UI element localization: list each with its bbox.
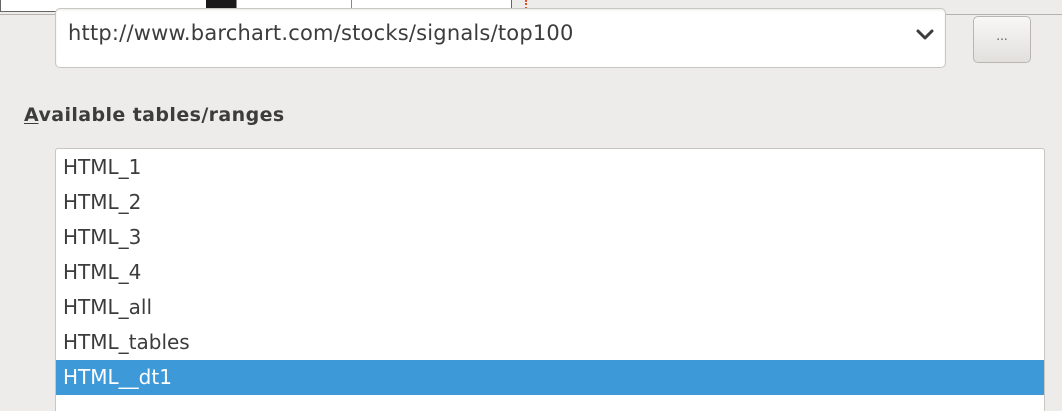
label-mnemonic: A	[24, 104, 39, 126]
list-item[interactable]: HTML_1	[56, 150, 1044, 185]
browse-button[interactable]: ...	[973, 16, 1031, 63]
available-tables-label: Available tables/ranges	[24, 104, 285, 126]
url-combobox[interactable]: http://www.barchart.com/stocks/signals/t…	[55, 8, 946, 68]
tables-listbox[interactable]: HTML_1 HTML_2 HTML_3 HTML_4 HTML_all HTM…	[55, 148, 1045, 411]
browse-button-label: ...	[996, 29, 1008, 43]
list-item[interactable]: HTML_4	[56, 255, 1044, 290]
list-item[interactable]: HTML_2	[56, 185, 1044, 220]
chevron-down-icon[interactable]	[913, 23, 937, 47]
list-item[interactable]: HTML__dt1	[56, 360, 1044, 395]
list-item[interactable]: HTML_tables	[56, 325, 1044, 360]
url-input-value[interactable]: http://www.barchart.com/stocks/signals/t…	[68, 21, 574, 45]
label-text: vailable tables/ranges	[38, 104, 285, 126]
list-item[interactable]: HTML_3	[56, 220, 1044, 255]
list-item[interactable]: HTML_all	[56, 290, 1044, 325]
